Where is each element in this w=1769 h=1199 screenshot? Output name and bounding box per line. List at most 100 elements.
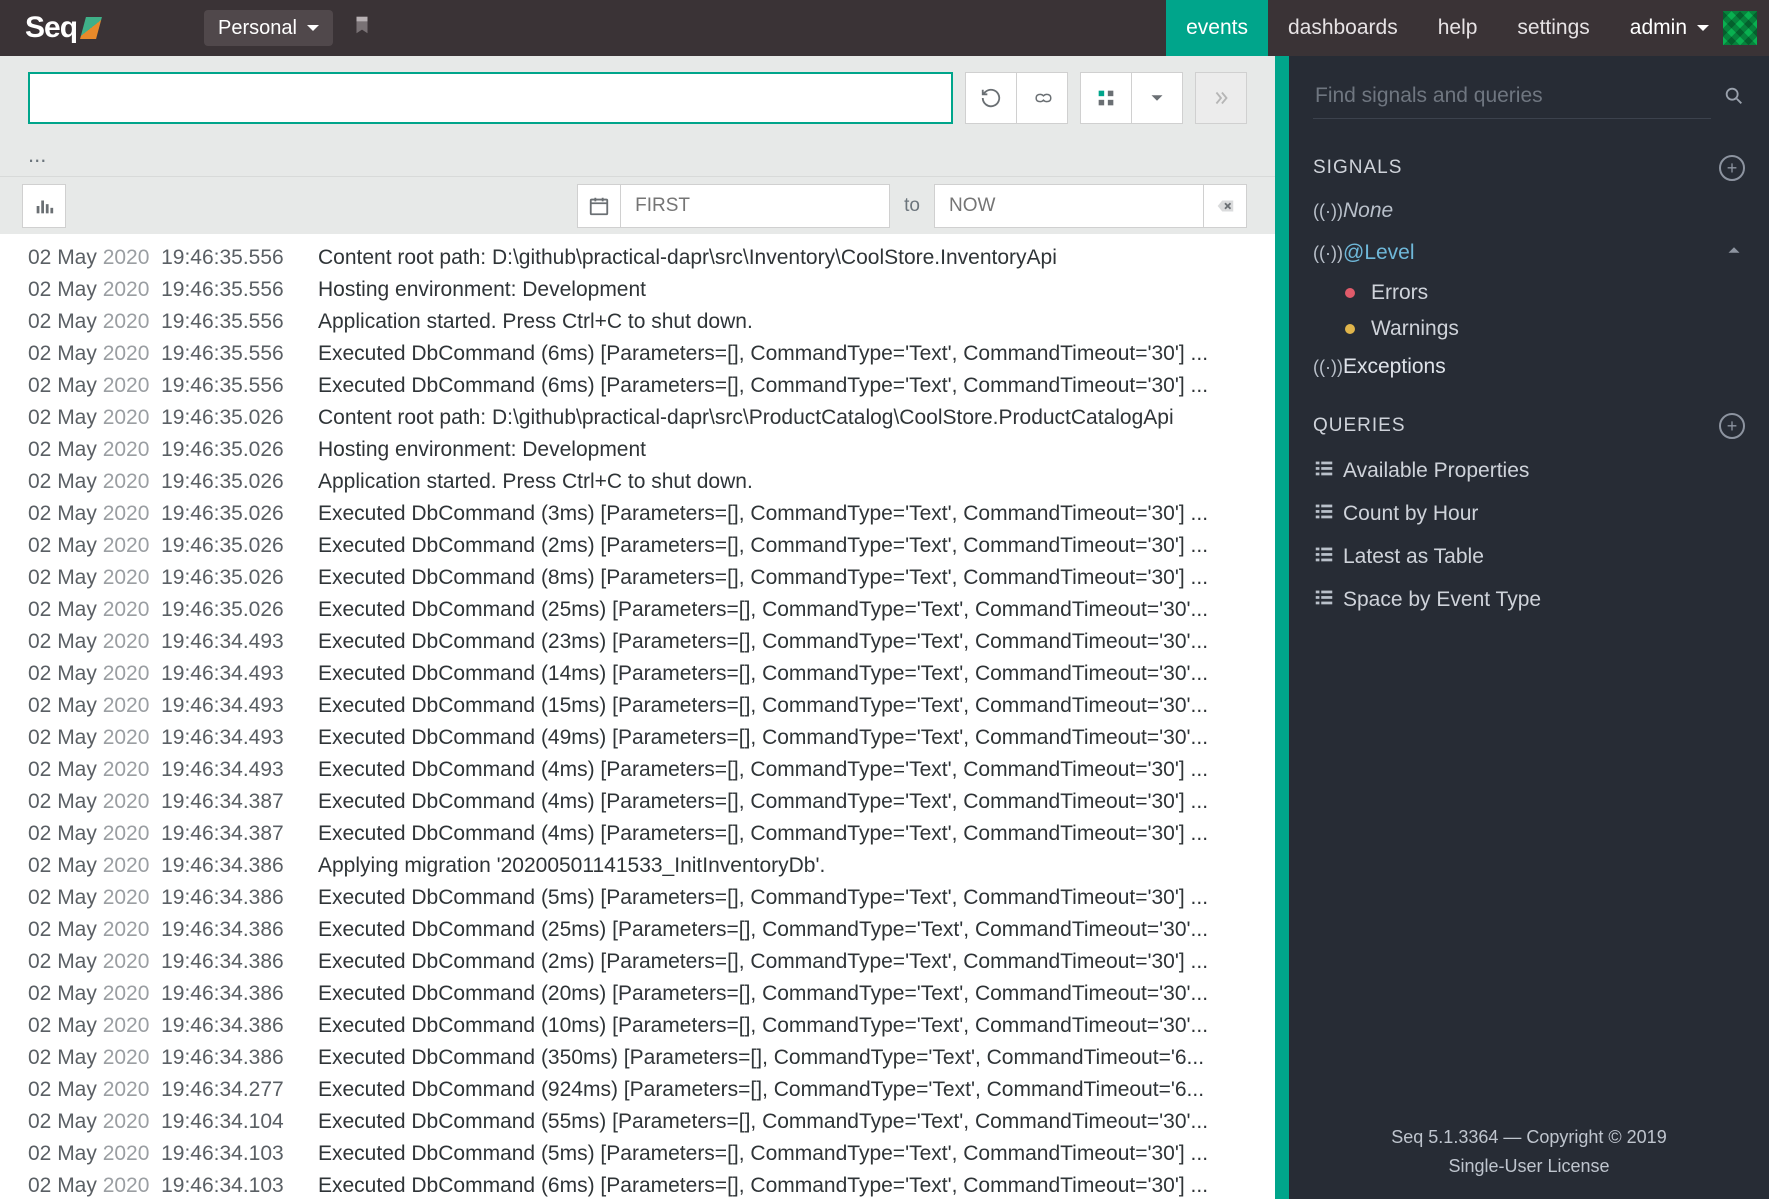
add-signal-button[interactable]: +: [1719, 155, 1745, 181]
bookmark-icon[interactable]: [351, 14, 373, 42]
event-row[interactable]: 02 May 2020 19:46:34.387Executed DbComma…: [28, 818, 1275, 850]
more-button[interactable]: [1195, 72, 1247, 124]
event-timestamp: 02 May 2020 19:46:34.493: [28, 722, 318, 754]
event-timestamp: 02 May 2020 19:46:35.556: [28, 338, 318, 370]
event-timestamp: 02 May 2020 19:46:34.493: [28, 690, 318, 722]
event-row[interactable]: 02 May 2020 19:46:34.386Executed DbComma…: [28, 1042, 1275, 1074]
event-message: Executed DbCommand (350ms) [Parameters=[…: [318, 1042, 1275, 1074]
time-to-input[interactable]: [934, 184, 1204, 228]
signal-none[interactable]: ((·)) None: [1289, 191, 1769, 231]
event-row[interactable]: 02 May 2020 19:46:34.493Executed DbComma…: [28, 658, 1275, 690]
view-grid-button[interactable]: [1080, 72, 1132, 124]
workspace-dropdown[interactable]: Personal: [204, 10, 333, 46]
event-row[interactable]: 02 May 2020 19:46:35.026Application star…: [28, 466, 1275, 498]
nav-events[interactable]: events: [1166, 0, 1268, 56]
query-item[interactable]: Count by Hour: [1289, 492, 1769, 535]
event-list[interactable]: 02 May 2020 19:46:35.556Content root pat…: [0, 234, 1275, 1199]
user-menu[interactable]: admin: [1610, 11, 1769, 45]
event-message: Executed DbCommand (6ms) [Parameters=[],…: [318, 338, 1275, 370]
search-row: [0, 56, 1275, 140]
query-item[interactable]: Latest as Table: [1289, 535, 1769, 578]
nav-settings[interactable]: settings: [1497, 0, 1609, 56]
signal-warnings[interactable]: Warnings: [1289, 311, 1769, 347]
to-label: to: [904, 195, 920, 217]
event-row[interactable]: 02 May 2020 19:46:34.104Executed DbComma…: [28, 1106, 1275, 1138]
nav-help[interactable]: help: [1418, 0, 1498, 56]
refresh-button[interactable]: [965, 72, 1017, 124]
event-message: Content root path: D:\github\practical-d…: [318, 242, 1275, 274]
event-row[interactable]: 02 May 2020 19:46:34.386Executed DbComma…: [28, 978, 1275, 1010]
event-message: Application started. Press Ctrl+C to shu…: [318, 306, 1275, 338]
query-input[interactable]: [28, 72, 953, 124]
event-row[interactable]: 02 May 2020 19:46:35.556Content root pat…: [28, 242, 1275, 274]
event-row[interactable]: 02 May 2020 19:46:34.386Executed DbComma…: [28, 882, 1275, 914]
event-row[interactable]: 02 May 2020 19:46:35.556Application star…: [28, 306, 1275, 338]
time-from-input[interactable]: [620, 184, 890, 228]
event-row[interactable]: 02 May 2020 19:46:34.387Executed DbComma…: [28, 786, 1275, 818]
event-row[interactable]: 02 May 2020 19:46:34.386Executed DbComma…: [28, 914, 1275, 946]
query-item[interactable]: Available Properties: [1289, 449, 1769, 492]
nav-dashboards[interactable]: dashboards: [1268, 0, 1418, 56]
tail-button[interactable]: [1016, 72, 1068, 124]
event-row[interactable]: 02 May 2020 19:46:34.277Executed DbComma…: [28, 1074, 1275, 1106]
event-row[interactable]: 02 May 2020 19:46:34.386Executed DbComma…: [28, 946, 1275, 978]
breadcrumb-ellipsis[interactable]: ...: [0, 140, 1275, 176]
clear-time-button[interactable]: [1203, 184, 1247, 228]
find-signals-input[interactable]: [1313, 78, 1711, 119]
event-row[interactable]: 02 May 2020 19:46:35.026Hosting environm…: [28, 434, 1275, 466]
add-query-button[interactable]: +: [1719, 413, 1745, 439]
event-row[interactable]: 02 May 2020 19:46:35.556Hosting environm…: [28, 274, 1275, 306]
event-row[interactable]: 02 May 2020 19:46:34.493Executed DbComma…: [28, 690, 1275, 722]
event-timestamp: 02 May 2020 19:46:34.386: [28, 1042, 318, 1074]
calendar-button[interactable]: [577, 184, 621, 228]
event-row[interactable]: 02 May 2020 19:46:35.026Content root pat…: [28, 402, 1275, 434]
event-timestamp: 02 May 2020 19:46:35.026: [28, 466, 318, 498]
event-row[interactable]: 02 May 2020 19:46:34.103Executed DbComma…: [28, 1170, 1275, 1199]
event-row[interactable]: 02 May 2020 19:46:34.493Executed DbComma…: [28, 722, 1275, 754]
signal-exceptions[interactable]: ((·)) Exceptions: [1289, 347, 1769, 387]
query-label: Available Properties: [1343, 459, 1529, 483]
view-dropdown-button[interactable]: [1131, 72, 1183, 124]
time-row: to: [0, 176, 1275, 234]
event-message: Executed DbCommand (4ms) [Parameters=[],…: [318, 754, 1275, 786]
event-row[interactable]: 02 May 2020 19:46:34.493Executed DbComma…: [28, 754, 1275, 786]
signal-icon: ((·)): [1313, 357, 1343, 378]
histogram-button[interactable]: [22, 184, 66, 228]
event-timestamp: 02 May 2020 19:46:35.026: [28, 530, 318, 562]
event-row[interactable]: 02 May 2020 19:46:34.103Executed DbComma…: [28, 1138, 1275, 1170]
warning-dot-icon: [1345, 324, 1355, 334]
footer-version: Seq 5.1.3364 — Copyright © 2019: [1299, 1127, 1759, 1148]
event-message: Executed DbCommand (6ms) [Parameters=[],…: [318, 1170, 1275, 1199]
event-timestamp: 02 May 2020 19:46:35.026: [28, 562, 318, 594]
error-dot-icon: [1345, 288, 1355, 298]
event-row[interactable]: 02 May 2020 19:46:35.556Executed DbComma…: [28, 370, 1275, 402]
event-row[interactable]: 02 May 2020 19:46:34.493Executed DbComma…: [28, 626, 1275, 658]
signal-level[interactable]: ((·)) @Level: [1289, 231, 1769, 275]
query-item[interactable]: Space by Event Type: [1289, 578, 1769, 621]
event-row[interactable]: 02 May 2020 19:46:35.556Executed DbComma…: [28, 338, 1275, 370]
top-bar: Seq Personal eventsdashboardshelpsetting…: [0, 0, 1769, 56]
event-timestamp: 02 May 2020 19:46:35.556: [28, 242, 318, 274]
event-timestamp: 02 May 2020 19:46:34.386: [28, 978, 318, 1010]
event-row[interactable]: 02 May 2020 19:46:35.026Executed DbComma…: [28, 594, 1275, 626]
event-message: Hosting environment: Development: [318, 274, 1275, 306]
event-timestamp: 02 May 2020 19:46:34.103: [28, 1170, 318, 1199]
signal-errors[interactable]: Errors: [1289, 275, 1769, 311]
panel-resize-handle[interactable]: [1275, 56, 1289, 1199]
logo[interactable]: Seq: [25, 11, 99, 45]
event-message: Executed DbCommand (6ms) [Parameters=[],…: [318, 370, 1275, 402]
event-message: Executed DbCommand (2ms) [Parameters=[],…: [318, 946, 1275, 978]
query-label: Space by Event Type: [1343, 588, 1541, 612]
event-row[interactable]: 02 May 2020 19:46:34.386Applying migrati…: [28, 850, 1275, 882]
query-icon: [1313, 500, 1343, 527]
event-message: Executed DbCommand (5ms) [Parameters=[],…: [318, 1138, 1275, 1170]
event-row[interactable]: 02 May 2020 19:46:35.026Executed DbComma…: [28, 498, 1275, 530]
right-panel: SIGNALS + ((·)) None ((·)) @Level Errors…: [1289, 56, 1769, 1199]
event-timestamp: 02 May 2020 19:46:34.386: [28, 946, 318, 978]
search-icon[interactable]: [1723, 85, 1745, 113]
event-message: Executed DbCommand (15ms) [Parameters=[]…: [318, 690, 1275, 722]
event-row[interactable]: 02 May 2020 19:46:35.026Executed DbComma…: [28, 562, 1275, 594]
event-row[interactable]: 02 May 2020 19:46:34.386Executed DbComma…: [28, 1010, 1275, 1042]
event-row[interactable]: 02 May 2020 19:46:35.026Executed DbComma…: [28, 530, 1275, 562]
event-message: Executed DbCommand (23ms) [Parameters=[]…: [318, 626, 1275, 658]
